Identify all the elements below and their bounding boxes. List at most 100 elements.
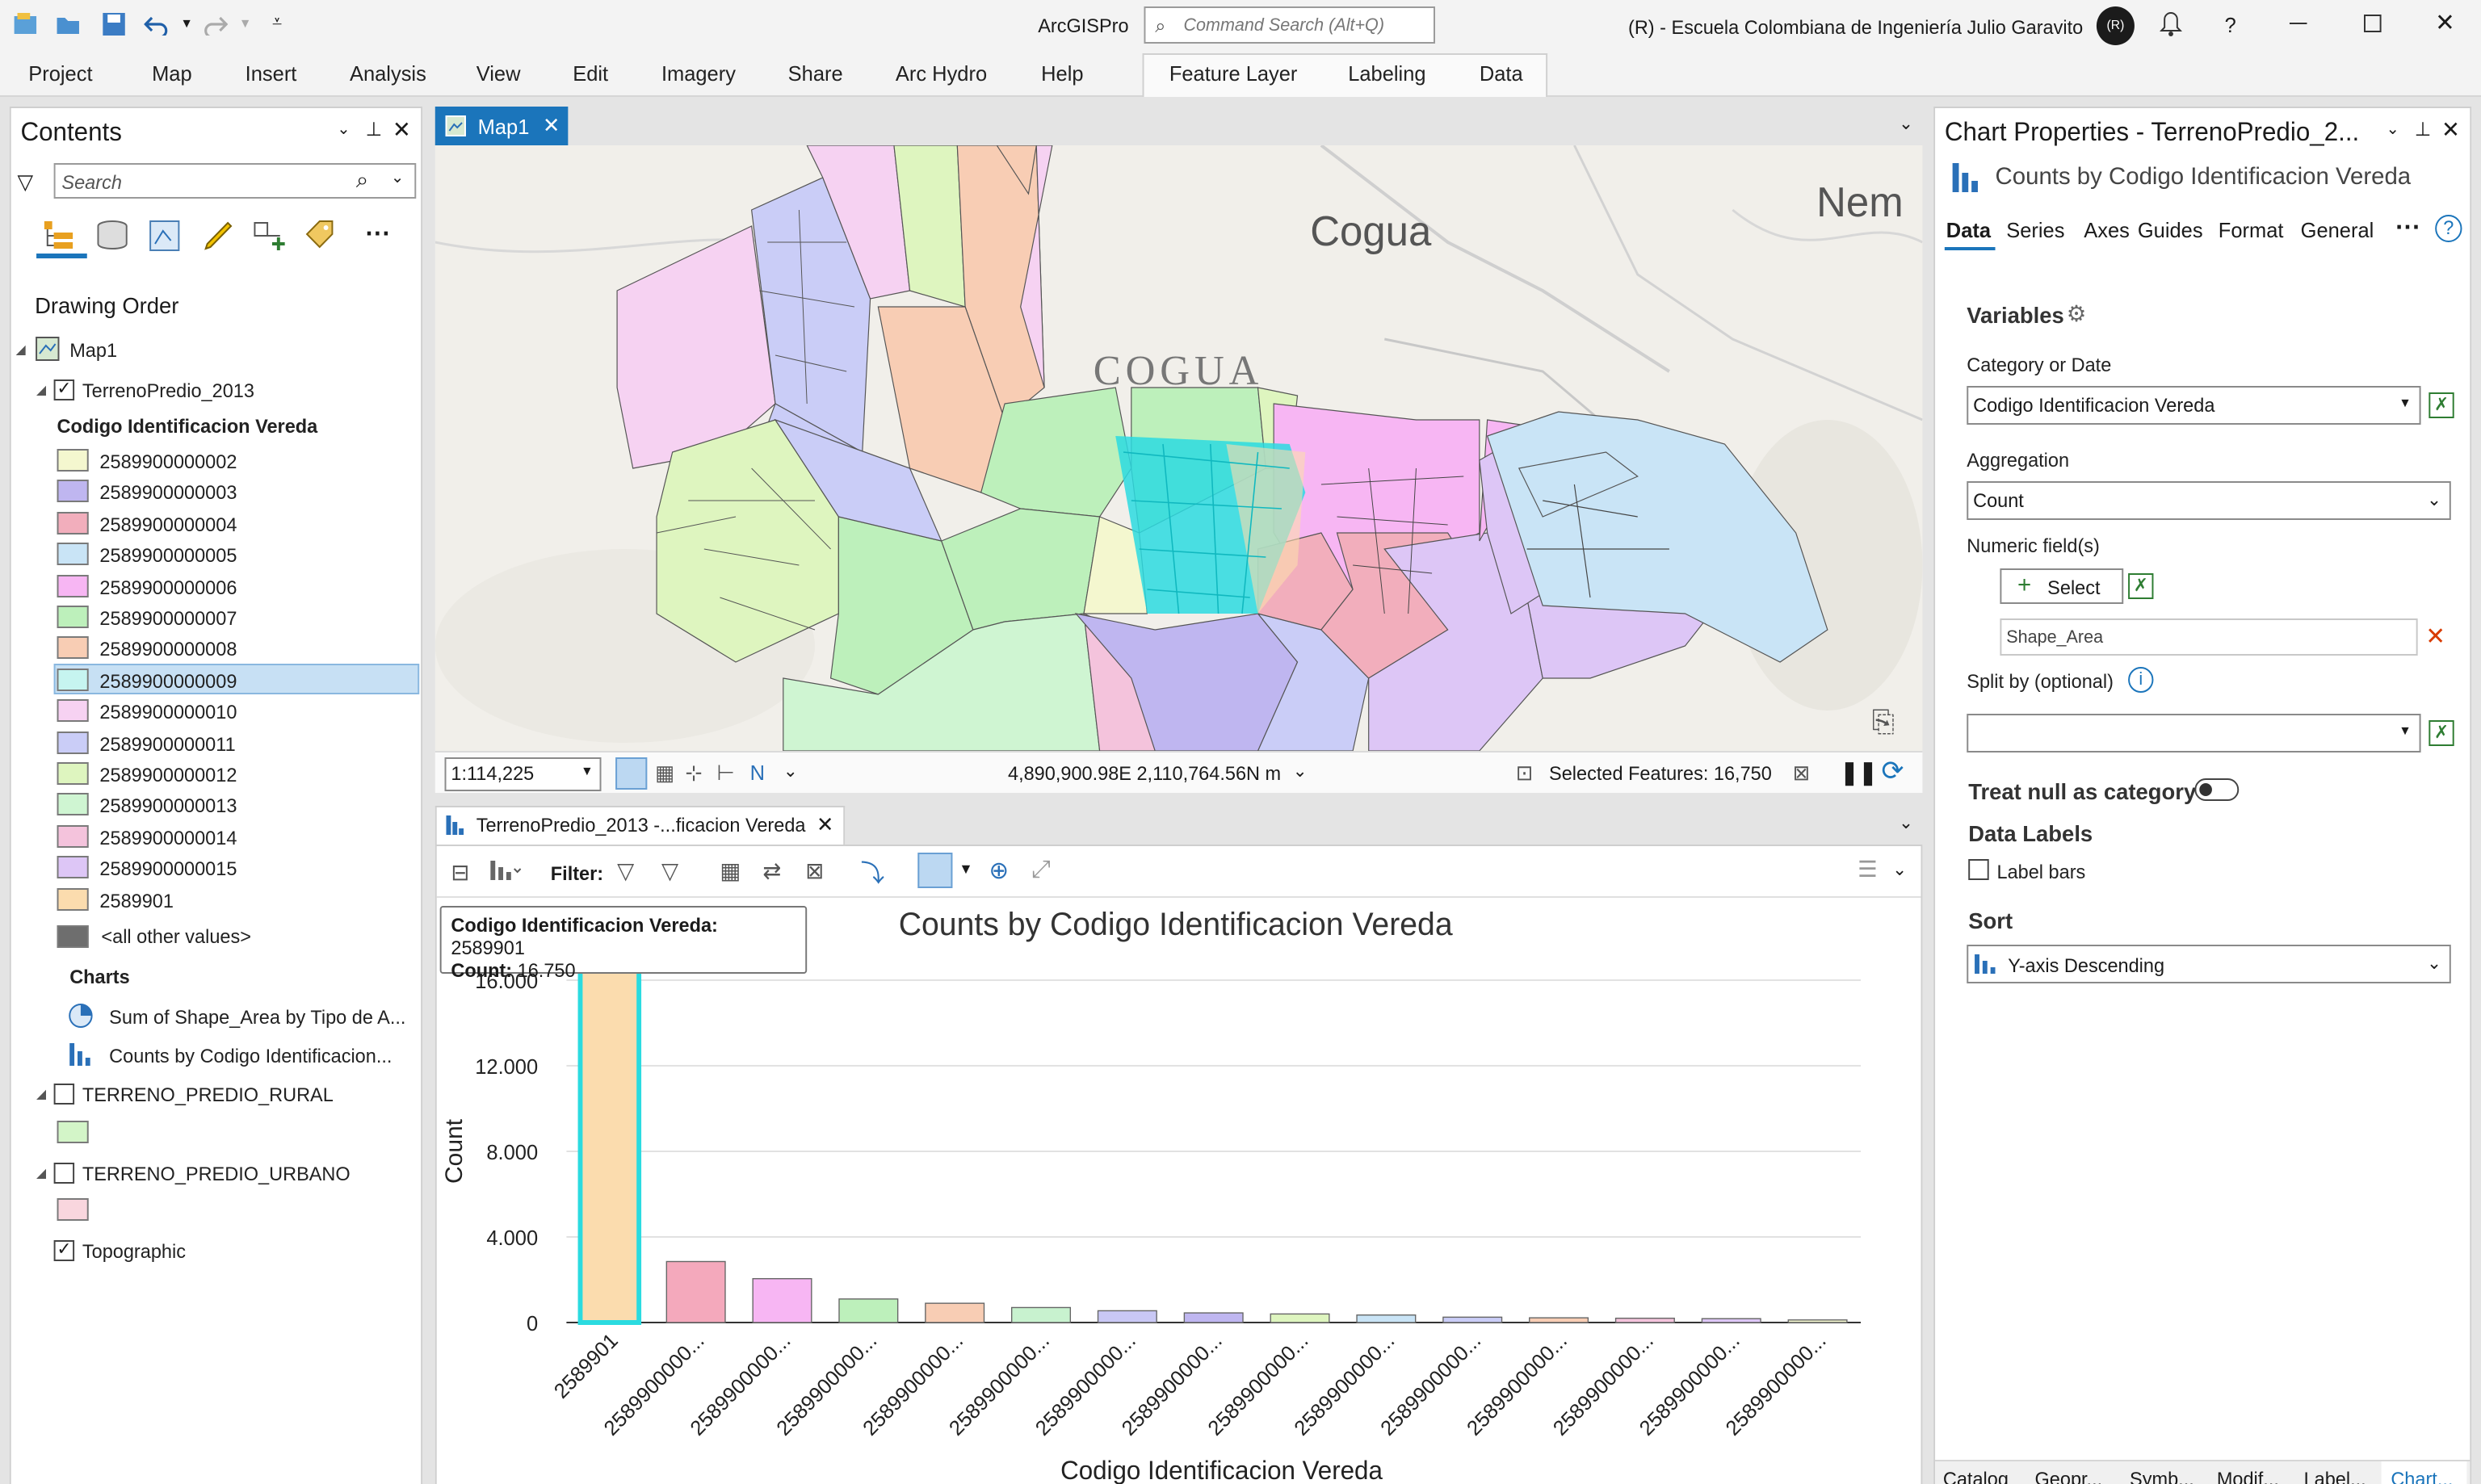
tab-geoprocessing[interactable]: Geopr... <box>2035 1468 2103 1484</box>
select-dropdown-icon[interactable]: ▼ <box>959 861 972 877</box>
help-icon[interactable]: ? <box>2225 13 2236 37</box>
chart-canvas[interactable]: Counts by Codigo Identificacion Vereda 0 4… <box>437 899 1921 1484</box>
category-dropdown[interactable]: Codigo Identificacion Vereda ▼ <box>1967 386 2421 425</box>
other-values-label[interactable]: <all other values> <box>101 925 251 948</box>
tab-imagery[interactable]: Imagery <box>661 61 736 86</box>
close-tab-icon[interactable]: ✕ <box>543 113 560 139</box>
close-pane-icon[interactable]: ✕ <box>2441 116 2460 144</box>
layer-visibility-checkbox[interactable]: ✓ <box>53 379 75 400</box>
chart-bar[interactable] <box>1787 1319 1848 1323</box>
chart-properties-icon[interactable]: ⊟ <box>451 859 469 887</box>
chart-item[interactable]: Counts by Codigo Identificacion... <box>109 1045 392 1067</box>
legend-label[interactable]: 2589900000002 <box>99 451 237 473</box>
close-window-icon[interactable]: ✕ <box>2435 8 2455 37</box>
filter-selection-icon[interactable]: ▽ <box>661 857 678 885</box>
tab-insert[interactable]: Insert <box>246 61 297 86</box>
tab-map[interactable]: Map <box>152 61 192 86</box>
scale-dropdown[interactable]: 1:114,225 ▼ <box>444 757 602 791</box>
filter-icon[interactable]: ▽ <box>18 170 34 195</box>
refresh-extent-icon[interactable]: ⊠ <box>1793 761 1810 786</box>
notifications-icon[interactable] <box>2160 11 2182 37</box>
expression-icon[interactable]: ✗ <box>2429 392 2454 418</box>
tab-labeling-pane[interactable]: Label... <box>2304 1468 2366 1484</box>
list-view-icon[interactable]: ☰ <box>1858 856 1878 883</box>
split-by-dropdown[interactable]: ▼ <box>1967 714 2421 752</box>
chart-bar[interactable] <box>577 962 642 1325</box>
tab-data[interactable]: Data <box>1946 218 1991 242</box>
contents-search-input[interactable]: Search ⌕ ⌄ <box>53 163 417 199</box>
filter-extent-icon[interactable]: ▽ <box>617 857 634 885</box>
clear-selection-icon[interactable]: ⊠ <box>805 857 824 885</box>
zoom-to-icon[interactable]: ⤵ <box>861 856 884 890</box>
legend-label[interactable]: 2589900000008 <box>99 639 237 661</box>
legend-label[interactable]: 2589900000013 <box>99 795 237 818</box>
tab-arc-hydro[interactable]: Arc Hydro <box>896 61 987 86</box>
layer-name[interactable]: TERRENO_PREDIO_RURAL <box>82 1084 334 1106</box>
tab-chart-properties[interactable]: Chart... <box>2381 1461 2467 1484</box>
close-tab-icon[interactable]: ✕ <box>817 812 833 838</box>
coordinates-dropdown-icon[interactable]: ⌄ <box>1293 761 1308 782</box>
legend-swatch[interactable] <box>57 449 89 472</box>
chart-bar[interactable] <box>1097 1310 1157 1323</box>
legend-swatch[interactable] <box>57 824 89 848</box>
tab-guides[interactable]: Guides <box>2138 218 2203 242</box>
north-arrow-icon[interactable]: N <box>750 761 765 785</box>
chart-bar[interactable] <box>1183 1312 1244 1323</box>
layer-swatch[interactable] <box>57 1198 89 1221</box>
layer-visibility-checkbox[interactable]: ✓ <box>53 1240 75 1261</box>
undo-dropdown-icon[interactable]: ▼ <box>180 16 193 31</box>
aggregation-dropdown[interactable]: Count ⌄ <box>1967 481 2451 520</box>
list-by-drawing-order-icon[interactable] <box>38 218 76 254</box>
tab-catalog[interactable]: Catalog <box>1943 1468 2009 1484</box>
refresh-icon[interactable]: ⟳ <box>1881 756 1904 788</box>
layer-swatch[interactable] <box>57 1121 89 1143</box>
switch-selection-icon[interactable]: ⇄ <box>762 857 781 885</box>
legend-swatch[interactable] <box>57 887 89 911</box>
map-navigator-icon[interactable]: ⎘ <box>1872 706 1895 740</box>
pane-options-icon[interactable]: ⌄ <box>2386 121 2399 139</box>
pane-options-icon[interactable]: ⌄ <box>337 121 350 139</box>
tab-series[interactable]: Series <box>2006 218 2064 242</box>
tab-map1[interactable]: Map1 ✕ <box>434 107 569 145</box>
layer-name[interactable]: TerrenoPredio_2013 <box>82 379 254 402</box>
legend-label[interactable]: 2589900000004 <box>99 514 237 536</box>
tab-list-icon[interactable]: ⌄ <box>1899 812 1913 833</box>
table-icon[interactable]: ▦ <box>720 857 741 885</box>
numeric-field-item[interactable]: Shape_Area <box>2000 618 2418 656</box>
tab-data[interactable]: Data <box>1480 61 1523 86</box>
pin-icon[interactable]: ⊥ <box>2415 118 2431 140</box>
remove-field-icon[interactable]: ✕ <box>2425 622 2445 651</box>
legend-label[interactable]: 2589900000007 <box>99 607 237 630</box>
tab-view[interactable]: View <box>476 61 521 86</box>
tab-share[interactable]: Share <box>788 61 843 86</box>
legend-label[interactable]: 2589900000010 <box>99 701 237 723</box>
legend-swatch[interactable] <box>57 636 89 660</box>
more-tabs-icon[interactable]: ··· <box>2395 215 2420 244</box>
info-icon[interactable]: i <box>2128 667 2154 693</box>
chart-bar[interactable] <box>1011 1306 1072 1323</box>
legend-swatch[interactable] <box>57 793 89 816</box>
chart-bar[interactable] <box>925 1302 985 1323</box>
legend-label[interactable]: 2589900000012 <box>99 764 237 786</box>
tab-general[interactable]: General <box>2301 218 2374 242</box>
pause-drawing-icon[interactable]: ❚❚ <box>1841 759 1878 786</box>
avatar[interactable]: (R) <box>2096 6 2135 45</box>
chart-bar[interactable] <box>838 1298 899 1323</box>
layer-visibility-checkbox[interactable] <box>53 1163 75 1184</box>
constraints-icon[interactable]: ⊢ <box>717 761 735 786</box>
map-canvas[interactable]: Cogua COGUA Nem ⎘ <box>434 145 1923 751</box>
more-options-icon[interactable]: ··· <box>366 221 391 250</box>
list-by-snapping-icon[interactable] <box>250 218 288 254</box>
legend-swatch[interactable] <box>57 574 89 597</box>
chart-item[interactable]: Sum of Shape_Area by Tipo de A... <box>109 1006 405 1029</box>
legend-label[interactable]: 2589900000015 <box>99 857 237 880</box>
label-bars-checkbox[interactable] <box>1968 859 1989 880</box>
chart-bar[interactable] <box>1529 1317 1589 1323</box>
other-values-swatch[interactable] <box>57 925 89 948</box>
layer-visibility-checkbox[interactable] <box>53 1084 75 1105</box>
tab-edit[interactable]: Edit <box>573 61 608 86</box>
legend-swatch[interactable] <box>57 511 89 534</box>
legend-label[interactable]: 2589900000005 <box>99 544 237 567</box>
tab-labeling[interactable]: Labeling <box>1348 61 1425 86</box>
tab-project[interactable]: Project <box>28 61 92 86</box>
